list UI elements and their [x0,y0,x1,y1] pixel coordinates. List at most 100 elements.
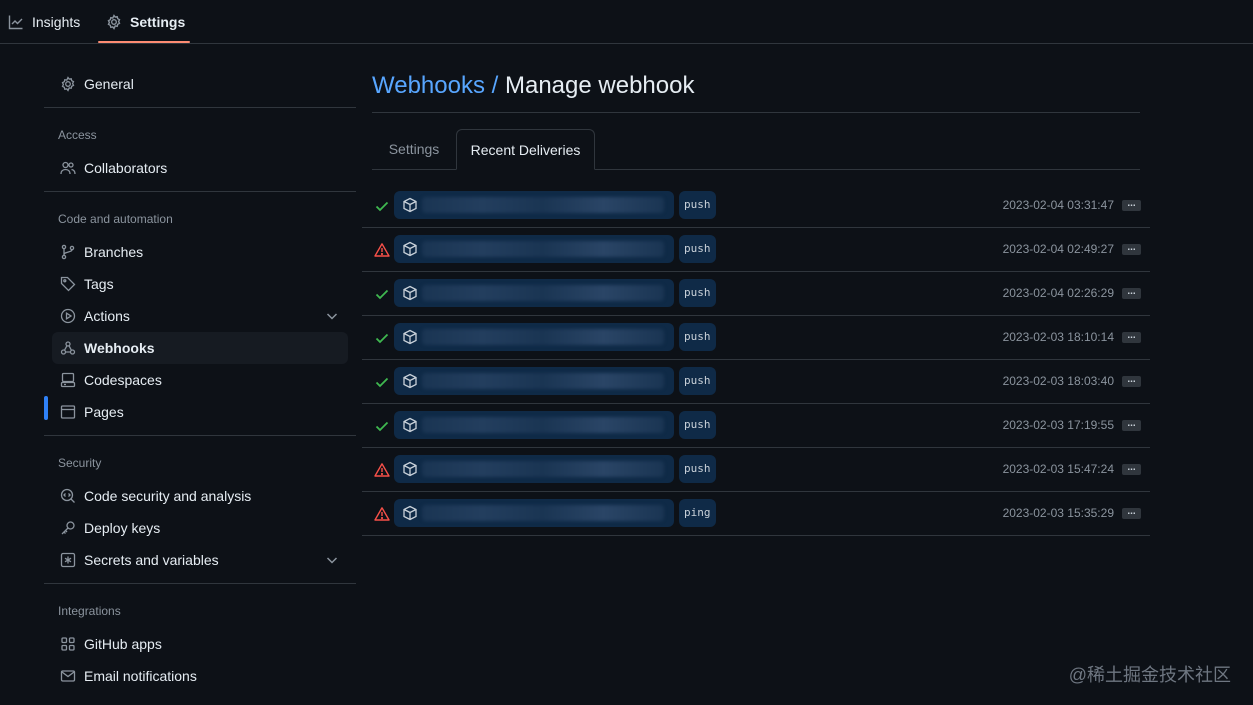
sidebar-item-label: Branches [84,244,144,260]
tab-insights[interactable]: Insights [8,0,80,43]
sidebar-item-label: Collaborators [84,160,168,176]
expand-details-button[interactable]: ... [1122,375,1141,387]
sidebar-item-label: Deploy keys [84,520,161,536]
sidebar-item-pages[interactable]: Pages [52,396,348,428]
repo-nav: Insights Settings [0,0,1253,44]
package-icon [402,197,418,213]
delivery-time: 2023-02-03 18:10:14 [1002,330,1114,344]
gear-icon [61,76,75,92]
event-badge: push [679,235,716,263]
delivery-time: 2023-02-04 02:49:27 [1002,242,1114,256]
delivery-guid[interactable] [394,191,674,219]
expand-details-button[interactable]: ... [1122,199,1141,211]
expand-details-button[interactable]: ... [1122,331,1141,343]
divider [44,191,356,192]
event-badge: push [679,367,716,395]
play-icon [60,308,76,324]
sidebar-item-tags[interactable]: Tags [52,268,348,300]
tag-icon [60,276,76,292]
expand-details-button[interactable]: ... [1122,507,1141,519]
graph-icon [8,15,23,29]
delivery-guid[interactable] [394,235,674,263]
check-icon [374,198,390,214]
sidebar-item-label: Actions [84,308,130,324]
gear-icon [107,13,121,30]
chevron-down-icon[interactable] [324,308,340,324]
sidebar-item-webhooks[interactable]: Webhooks [52,332,348,364]
divider [44,583,356,584]
delivery-guid[interactable] [394,499,674,527]
delivery-row[interactable]: push 2023-02-03 17:19:55... [362,404,1150,448]
delivery-row[interactable]: push 2023-02-03 15:47:24... [362,448,1150,492]
active-tab-underline [98,41,190,43]
delivery-row[interactable]: push 2023-02-04 03:31:47... [362,184,1150,228]
divider [44,107,356,108]
delivery-row[interactable]: push 2023-02-04 02:49:27... [362,228,1150,272]
delivery-guid[interactable] [394,411,674,439]
delivery-time: 2023-02-03 15:47:24 [1002,462,1114,476]
redacted-guid [422,241,664,257]
expand-details-button[interactable]: ... [1122,419,1141,431]
title-divider [372,112,1140,113]
codescan-icon [60,488,75,503]
tab-settings[interactable]: Settings [372,129,456,169]
people-icon [60,161,76,175]
delivery-row[interactable]: push 2023-02-03 18:03:40... [362,360,1150,404]
sidebar-item-secrets[interactable]: Secrets and variables [52,544,348,576]
sidebar-heading-access: Access [58,128,97,142]
delivery-guid[interactable] [394,455,674,483]
sidebar-item-label: Secrets and variables [84,552,219,568]
delivery-row[interactable]: ping 2023-02-03 15:35:29... [362,492,1150,536]
package-icon [402,241,418,257]
alert-icon [374,506,390,522]
sidebar-item-branches[interactable]: Branches [52,236,348,268]
delivery-time: 2023-02-03 18:03:40 [1002,374,1114,388]
sidebar-item-github-apps[interactable]: GitHub apps [52,628,348,660]
divider [44,435,356,436]
delivery-row[interactable]: push 2023-02-03 18:10:14... [362,316,1150,360]
key-icon [61,521,75,535]
tab-settings[interactable]: Settings [106,0,185,43]
sidebar-heading-integrations: Integrations [58,604,121,618]
event-badge: push [679,191,716,219]
event-badge: ping [679,499,716,527]
sidebar-item-label: Code security and analysis [84,488,252,504]
delivery-guid[interactable] [394,279,674,307]
sidebar-item-deploy-keys[interactable]: Deploy keys [52,512,348,544]
redacted-guid [422,373,664,389]
sidebar-heading-code-automation: Code and automation [58,212,173,226]
event-badge: push [679,455,716,483]
check-icon [374,418,390,434]
page-title: Webhooks / Manage webhook [372,72,694,100]
sidebar-item-label: Pages [84,404,124,420]
sidebar-item-actions[interactable]: Actions [52,300,348,332]
chevron-down-icon[interactable] [324,552,340,568]
event-badge: push [679,323,716,351]
check-icon [374,374,390,390]
delivery-guid[interactable] [394,323,674,351]
delivery-guid[interactable] [394,367,674,395]
package-icon [402,417,418,433]
asterisk-icon [60,552,76,568]
sidebar-item-codespaces[interactable]: Codespaces [52,364,348,396]
branch-icon [61,244,75,260]
tab-settings-label: Settings [130,13,186,30]
redacted-guid [422,285,664,301]
delivery-row[interactable]: push 2023-02-04 02:26:29... [362,272,1150,316]
breadcrumb-webhooks[interactable]: Webhooks [372,72,485,99]
expand-details-button[interactable]: ... [1122,243,1141,255]
redacted-guid [422,505,664,521]
expand-details-button[interactable]: ... [1122,287,1141,299]
expand-details-button[interactable]: ... [1122,463,1141,475]
sidebar-item-collaborators[interactable]: Collaborators [52,152,348,184]
sidebar-item-code-security[interactable]: Code security and analysis [52,480,348,512]
delivery-time: 2023-02-04 02:26:29 [1002,286,1114,300]
sidebar-item-general[interactable]: General [52,68,348,100]
sidebar-item-email-notifications[interactable]: Email notifications [52,660,348,692]
package-icon [402,505,418,521]
sidebar-item-label: Webhooks [84,340,155,356]
event-badge: push [679,279,716,307]
alert-icon [374,242,390,258]
tab-recent-deliveries[interactable]: Recent Deliveries [456,129,595,170]
redacted-guid [422,329,664,345]
